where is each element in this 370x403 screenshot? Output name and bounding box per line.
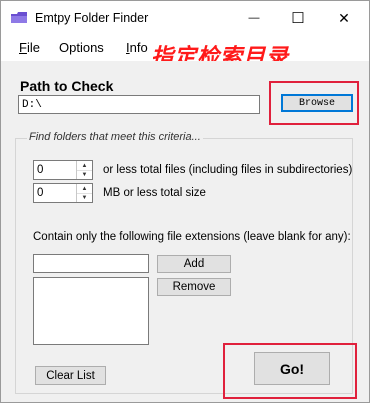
path-input[interactable]: D:\ — [18, 95, 260, 114]
minimize-button[interactable]: — — [231, 1, 277, 35]
spin-down-icon[interactable]: ▼ — [77, 170, 92, 179]
files-count-stepper[interactable]: 0 ▲ ▼ — [33, 160, 93, 180]
criteria-legend: Find folders that meet this criteria... — [27, 131, 203, 143]
minimize-icon: — — [248, 12, 260, 24]
close-icon: ✕ — [338, 9, 350, 26]
app-window: Emtpy Folder Finder — ☐ ✕ File Options I… — [0, 0, 370, 403]
maximize-button[interactable]: ☐ — [275, 1, 321, 35]
extensions-label: Contain only the following file extensio… — [33, 231, 351, 243]
menu-info[interactable]: Info — [126, 40, 148, 55]
menu-file[interactable]: File — [19, 40, 40, 55]
add-button[interactable]: Add — [157, 255, 231, 273]
close-button[interactable]: ✕ — [321, 1, 367, 35]
app-icon — [11, 12, 27, 23]
extension-input[interactable] — [33, 254, 149, 273]
main-panel: Path to Check D:\ Browse Find folders th… — [1, 61, 369, 402]
size-label: MB or less total size — [103, 187, 206, 199]
annotation-box-go — [223, 343, 357, 399]
files-count-value: 0 — [37, 164, 44, 176]
spin-down-icon[interactable]: ▼ — [77, 193, 92, 202]
size-stepper[interactable]: 0 ▲ ▼ — [33, 183, 93, 203]
extensions-list[interactable] — [33, 277, 149, 345]
menu-options[interactable]: Options — [59, 40, 104, 55]
maximize-icon: ☐ — [291, 10, 305, 27]
files-count-label: or less total files (including files in … — [103, 164, 353, 176]
window-title: Emtpy Folder Finder — [35, 11, 149, 25]
annotation-box-browse — [269, 81, 359, 125]
path-label: Path to Check — [20, 78, 114, 94]
title-bar: Emtpy Folder Finder — ☐ ✕ — [1, 1, 369, 35]
clear-list-button[interactable]: Clear List — [35, 366, 106, 385]
remove-button[interactable]: Remove — [157, 278, 231, 296]
size-value: 0 — [37, 187, 44, 199]
